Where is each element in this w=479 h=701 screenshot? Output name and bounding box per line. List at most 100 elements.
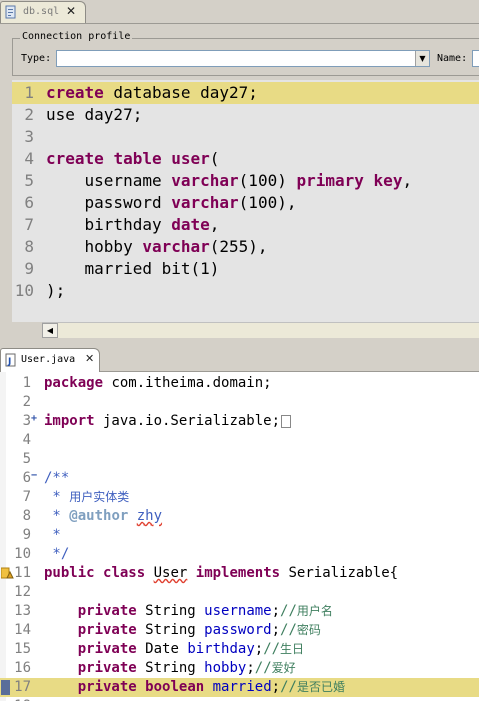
java-code-line[interactable]: 9 * [0, 526, 479, 545]
sql-code-line[interactable]: 7 birthday date, [12, 214, 479, 236]
code-text: create table user( [46, 148, 219, 170]
java-code-line[interactable]: 16 private String hobby;//爱好 [0, 659, 479, 678]
sql-code-line[interactable]: 4 create table user( [12, 148, 479, 170]
code-token: // [280, 679, 297, 695]
java-code-area[interactable]: 1 package com.itheima.domain; 2 3 + import ja… [0, 372, 479, 701]
code-token: String [136, 603, 205, 619]
code-text: ); [46, 280, 65, 302]
line-number: 2 [22, 394, 31, 410]
line-number: 8 [24, 237, 34, 256]
sql-code-line[interactable]: 6 password varchar(100), [12, 192, 479, 214]
code-token: married bit(1) [46, 259, 220, 278]
code-token: ); [46, 281, 66, 300]
code-token: User [153, 565, 188, 581]
expand-fold-icon[interactable]: + [31, 414, 40, 424]
code-token: password [204, 622, 272, 638]
horizontal-scrollbar[interactable]: ◀ [42, 322, 479, 338]
close-icon[interactable]: ✕ [85, 352, 94, 366]
sql-code-line[interactable]: 8 hobby varchar(255), [12, 236, 479, 258]
code-text: * @author zhy [44, 507, 162, 526]
code-token: hobby [204, 660, 247, 676]
sql-code-line[interactable]: 10); [12, 280, 479, 302]
chevron-down-icon[interactable]: ▼ [415, 51, 429, 66]
line-number: 7 [24, 215, 34, 234]
code-token: */ [44, 546, 70, 562]
scroll-left-icon[interactable]: ◀ [42, 323, 58, 338]
sql-code-line[interactable]: 2 use day27; [12, 104, 479, 126]
java-code-line[interactable]: 1 package com.itheima.domain; [0, 374, 479, 393]
java-code-line[interactable]: 4 [0, 431, 479, 450]
java-code-line[interactable]: 5 [0, 450, 479, 469]
tab-user-java[interactable]: J User.java ✕ [0, 348, 100, 372]
tab-db-sql[interactable]: db.sql ✕ [0, 1, 86, 23]
java-code-line[interactable]: 6−/** [0, 469, 479, 488]
line-number: 16 [14, 660, 31, 676]
code-token: * [44, 527, 61, 543]
code-token: boolean [145, 679, 205, 695]
java-code-line[interactable]: 8 * @author zhy [0, 507, 479, 526]
code-text: private String password;//密码 [44, 621, 321, 640]
line-number: 3 [24, 127, 34, 146]
java-code-line[interactable]: 17 private boolean married;//是否已婚 [0, 678, 479, 697]
java-code-line[interactable]: 3 + import java.io.Serializable; [0, 412, 479, 431]
code-token: // [280, 622, 297, 638]
code-token: * [44, 489, 70, 505]
code-token: married [212, 679, 272, 695]
sql-code-line[interactable]: 5 username varchar(100) primary key, [12, 170, 479, 192]
code-token: * [44, 508, 70, 524]
code-token: class [103, 565, 146, 581]
sql-editor-panel: db.sql ✕ Connection profile Type: ▼ Name… [0, 0, 479, 344]
code-token: // [280, 603, 297, 619]
sql-code-line[interactable]: 3 [12, 126, 479, 148]
code-token: birthday [46, 215, 172, 234]
code-token: implements [195, 565, 281, 581]
code-text: package com.itheima.domain; [44, 374, 272, 393]
code-token: ; [246, 660, 255, 676]
code-token: ; [254, 641, 264, 657]
code-text: private boolean married;//是否已婚 [44, 678, 345, 697]
code-token: private [77, 603, 137, 619]
sql-code-line[interactable]: 9 married bit(1) [12, 258, 479, 280]
code-token: java.io.Serializable; [94, 413, 281, 429]
code-token: private [77, 660, 137, 676]
sql-code-line[interactable]: 1 create database day27; [12, 82, 479, 104]
sql-code-area[interactable]: 1 create database day27; 2 use day27; 3 4 crea… [12, 80, 479, 322]
line-number: 1 [24, 83, 34, 102]
java-code-line[interactable]: 18 [0, 697, 479, 701]
line-number: 14 [14, 622, 31, 638]
java-code-line[interactable]: 15 private Date birthday;//生日 [0, 640, 479, 659]
svg-text:J: J [7, 357, 11, 367]
close-icon[interactable]: ✕ [66, 4, 76, 18]
java-code-line[interactable]: 7 * 用户实体类 [0, 488, 479, 507]
code-token: primary [296, 171, 364, 190]
code-token: 是否已婚 [296, 680, 345, 694]
code-token: // [254, 660, 272, 676]
code-text: * 用户实体类 [44, 488, 129, 507]
code-token: varchar [142, 237, 210, 256]
code-text: private Date birthday;//生日 [44, 640, 304, 659]
java-code-line[interactable]: 10 */ [0, 545, 479, 564]
java-code-line[interactable]: 2 [0, 393, 479, 412]
type-select[interactable]: ▼ [56, 50, 430, 67]
code-token: Date [136, 641, 188, 657]
code-token: com.itheima.domain; [103, 375, 272, 391]
java-code-line[interactable]: 13 private String username;//用户名 [0, 602, 479, 621]
name-input[interactable] [472, 50, 479, 67]
code-token: 用户名 [296, 604, 333, 618]
java-code-line[interactable]: 12 [0, 583, 479, 602]
code-token: (100), [238, 193, 297, 212]
java-code-line[interactable]: 11 public class User implements Serializa… [0, 564, 479, 583]
code-token: , [402, 171, 413, 190]
code-token: String [136, 622, 205, 638]
code-token: import [44, 413, 95, 429]
folded-code-icon[interactable] [281, 414, 292, 428]
collapse-fold-icon[interactable]: − [31, 471, 40, 481]
code-text: /** [44, 469, 69, 488]
java-code-line[interactable]: 14 private String password;//密码 [0, 621, 479, 640]
line-number: 4 [22, 432, 31, 448]
